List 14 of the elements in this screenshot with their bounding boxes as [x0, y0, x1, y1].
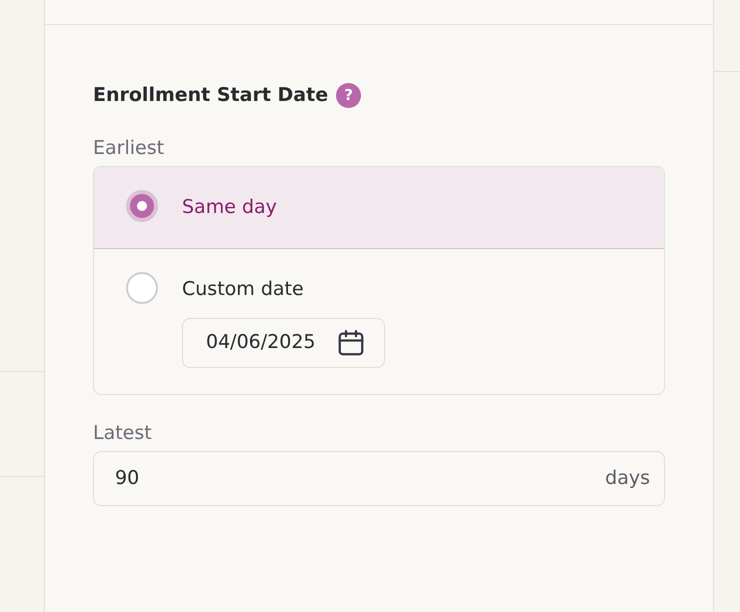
calendar-icon: [336, 328, 366, 358]
option-label: Custom date: [182, 277, 305, 302]
radio-option[interactable]: Custom date 04/06/2025: [94, 249, 664, 394]
radio-option[interactable]: Same day: [94, 167, 664, 249]
radio-button[interactable]: [126, 272, 158, 304]
unit-label: days: [605, 466, 650, 492]
field-label: Earliest: [93, 136, 166, 160]
section-title: Enrollment Start Date: [93, 83, 328, 108]
number-field[interactable]: 90 days: [93, 451, 665, 506]
help-icon[interactable]: ?: [336, 82, 362, 108]
date-field[interactable]: 04/06/2025: [182, 318, 385, 368]
field-label: Latest: [93, 420, 153, 446]
radio-button[interactable]: [126, 190, 158, 222]
option-label: Same day: [182, 195, 277, 220]
